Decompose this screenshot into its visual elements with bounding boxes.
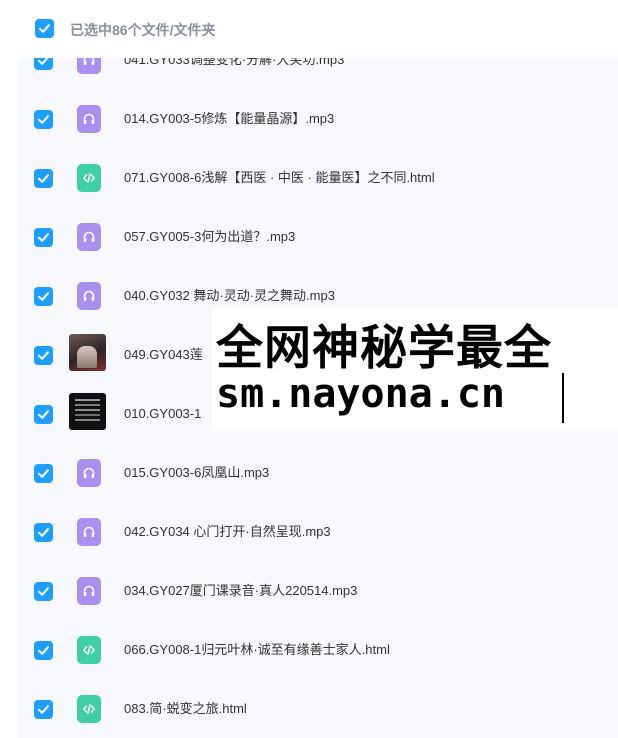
selection-count-text: 已选中86个文件/文件夹 [70, 22, 216, 38]
file-name: 034.GY027厦门课录音·真人220514.mp3 [124, 583, 358, 598]
file-row[interactable]: 034.GY027厦门课录音·真人220514.mp3 [18, 566, 618, 624]
file-name: 042.GY034 心门打开·自然呈现.mp3 [124, 524, 331, 539]
text-caret [562, 373, 564, 423]
file-name: 015.GY003-6凤凰山.mp3 [124, 465, 270, 480]
headphones-icon [83, 526, 95, 537]
file-row[interactable]: 066.GY008-1归元叶林·诚至有缘善士家人.html [18, 625, 618, 683]
check-icon [38, 115, 49, 124]
audio-file-icon [77, 518, 101, 546]
file-row[interactable]: 057.GY005-3何为出道？.mp3 [18, 212, 618, 270]
file-checkbox[interactable] [34, 58, 53, 70]
code-icon [83, 704, 95, 714]
watermark-url: sm.nayona.cn [216, 371, 505, 417]
file-checkbox[interactable] [34, 700, 53, 719]
code-icon [83, 173, 95, 183]
headphones-icon [83, 58, 95, 65]
video-thumbnail [69, 334, 106, 371]
check-icon [38, 705, 49, 714]
file-checkbox[interactable] [34, 346, 53, 365]
check-icon [38, 587, 49, 596]
file-checkbox[interactable] [34, 287, 53, 306]
file-row[interactable]: 071.GY008-6浅解【西医 · 中医 · 能量医】之不同.html [18, 153, 618, 211]
headphones-icon [83, 585, 95, 596]
audio-file-icon [77, 459, 101, 487]
select-all-checkbox[interactable] [35, 19, 54, 38]
file-row[interactable]: 042.GY034 心门打开·自然呈现.mp3 [18, 507, 618, 565]
selection-header: 已选中86个文件/文件夹 [0, 0, 618, 58]
file-name: 071.GY008-6浅解【西医 · 中医 · 能量医】之不同.html [124, 170, 435, 185]
file-row[interactable]: 041.GY033调整变化·分解·大笑功.mp3 [18, 58, 618, 93]
check-icon [38, 58, 49, 65]
code-icon [83, 645, 95, 655]
headphones-icon [83, 290, 95, 301]
file-checkbox[interactable] [34, 641, 53, 660]
html-file-icon [77, 636, 101, 664]
file-row[interactable]: 015.GY003-6凤凰山.mp3 [18, 448, 618, 506]
audio-file-icon [77, 282, 101, 310]
check-icon [38, 528, 49, 537]
file-checkbox[interactable] [34, 228, 53, 247]
file-name: 010.GY003-1 [124, 406, 202, 421]
file-name: 066.GY008-1归元叶林·诚至有缘善士家人.html [124, 642, 390, 657]
file-row[interactable]: 014.GY003-5修炼【能量晶源】.mp3 [18, 94, 618, 152]
file-checkbox[interactable] [34, 523, 53, 542]
file-checkbox[interactable] [34, 169, 53, 188]
watermark-title: 全网神秘学最全 [216, 321, 552, 376]
file-row[interactable]: 083.简·蜕变之旅.html [18, 684, 618, 738]
file-name: 083.简·蜕变之旅.html [124, 701, 247, 716]
file-name: 014.GY003-5修炼【能量晶源】.mp3 [124, 111, 335, 126]
check-icon [38, 469, 49, 478]
audio-file-icon [77, 223, 101, 251]
html-file-icon [77, 164, 101, 192]
headphones-icon [83, 231, 95, 242]
file-checkbox[interactable] [34, 405, 53, 424]
check-icon [38, 351, 49, 360]
audio-file-icon [77, 58, 101, 74]
file-name: 041.GY033调整变化·分解·大笑功.mp3 [124, 58, 345, 67]
file-checkbox[interactable] [34, 110, 53, 129]
headphones-icon [83, 467, 95, 478]
file-name: 057.GY005-3何为出道？.mp3 [124, 229, 296, 244]
audio-file-icon [77, 577, 101, 605]
check-icon [38, 233, 49, 242]
audio-file-icon [77, 105, 101, 133]
video-thumbnail [69, 393, 106, 430]
file-checkbox[interactable] [34, 464, 53, 483]
watermark-overlay: 全网神秘学最全 sm.nayona.cn [212, 307, 618, 431]
headphones-icon [83, 113, 95, 124]
check-icon [38, 646, 49, 655]
check-icon [39, 24, 50, 33]
html-file-icon [77, 695, 101, 723]
file-checkbox[interactable] [34, 582, 53, 601]
check-icon [38, 410, 49, 419]
file-name: 049.GY043莲 [124, 347, 203, 362]
check-icon [38, 292, 49, 301]
check-icon [38, 174, 49, 183]
